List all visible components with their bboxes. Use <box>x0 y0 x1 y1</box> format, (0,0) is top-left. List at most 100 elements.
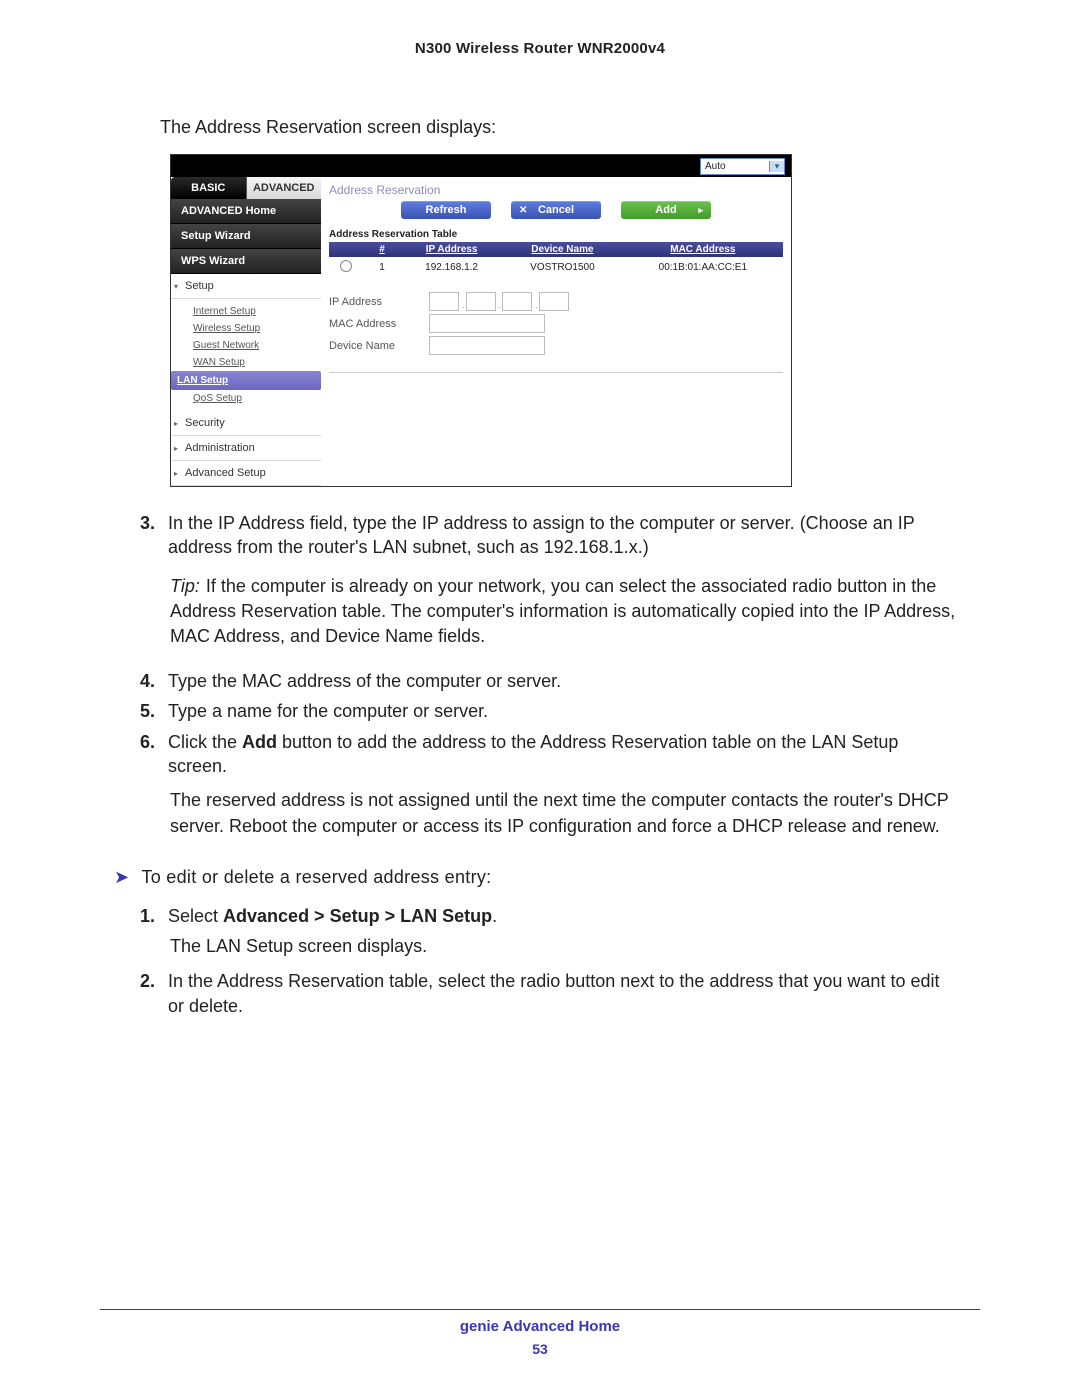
ip-octet-1[interactable] <box>429 292 459 311</box>
panel-title: Address Reservation <box>329 183 783 197</box>
side-advanced-home[interactable]: ADVANCED Home <box>171 199 321 224</box>
device-name-row: Device Name <box>329 336 783 355</box>
footer-title: genie Advanced Home <box>100 1318 980 1335</box>
table-header-row: # IP Address Device Name MAC Address <box>329 242 783 257</box>
ip-octet-2[interactable] <box>466 292 496 311</box>
step-6-text-a: Click the <box>168 732 242 752</box>
step-4-text: Type the MAC address of the computer or … <box>168 669 561 693</box>
reservation-table: # IP Address Device Name MAC Address 1 1… <box>329 242 783 278</box>
router-main: Address Reservation Refresh ✕ Cancel Add… <box>321 177 791 486</box>
proc2-step-2-text: In the Address Reservation table, select… <box>168 969 960 1018</box>
cancel-button[interactable]: ✕ Cancel <box>511 201 601 219</box>
device-name-input[interactable] <box>429 336 545 355</box>
tip-label: Tip: <box>170 576 200 596</box>
add-button-label: Add <box>655 204 676 216</box>
sub-lan-setup[interactable]: LAN Setup <box>171 371 321 390</box>
side-section-setup-label: Setup <box>185 280 214 292</box>
device-name-label: Device Name <box>329 340 429 352</box>
side-section-advanced-setup[interactable]: ▸ Advanced Setup <box>171 461 321 486</box>
side-section-security[interactable]: ▸ Security <box>171 411 321 436</box>
side-section-administration-label: Administration <box>185 442 255 454</box>
sub-wireless-setup[interactable]: Wireless Setup <box>193 320 321 337</box>
add-button[interactable]: Add ▸ <box>621 201 711 219</box>
sub-internet-setup[interactable]: Internet Setup <box>193 303 321 320</box>
col-ip: IP Address <box>401 242 502 257</box>
step-6-bold: Add <box>242 732 277 752</box>
ip-octet-4[interactable] <box>539 292 569 311</box>
ip-octet-3[interactable] <box>502 292 532 311</box>
step-5-text: Type a name for the computer or server. <box>168 699 488 723</box>
language-select[interactable]: Auto ▾ <box>700 158 785 175</box>
col-hash: # <box>363 242 401 257</box>
page-footer: genie Advanced Home 53 <box>100 1309 980 1357</box>
refresh-button[interactable]: Refresh <box>401 201 491 219</box>
row-mac: 00:1B:01:AA:CC:E1 <box>623 257 783 278</box>
step-3-number: 3. <box>140 511 168 560</box>
row-radio[interactable] <box>340 260 352 272</box>
proc2-step-1-paragraph: The LAN Setup screen displays. <box>170 934 960 959</box>
table-caption: Address Reservation Table <box>329 229 783 240</box>
table-row: 1 192.168.1.2 VOSTRO1500 00:1B:01:AA:CC:… <box>329 257 783 278</box>
sub-guest-network[interactable]: Guest Network <box>193 337 321 354</box>
step-5-number: 5. <box>140 699 168 723</box>
tip-block: Tip:If the computer is already on your n… <box>170 574 960 650</box>
close-icon: ✕ <box>519 205 527 216</box>
step-6-text-c: button to add the address to the Address… <box>168 732 898 776</box>
step-5: 5. Type a name for the computer or serve… <box>140 699 960 723</box>
chevron-right-icon: ➤ <box>114 867 129 888</box>
proc2-step-2-number: 2. <box>140 969 168 1018</box>
language-select-value: Auto <box>701 161 769 172</box>
router-sidebar: BASIC ADVANCED ADVANCED Home Setup Wizar… <box>171 177 321 486</box>
step-6-paragraph: The reserved address is not assigned unt… <box>170 788 960 838</box>
mac-address-row: MAC Address <box>329 314 783 333</box>
mac-address-input[interactable] <box>429 314 545 333</box>
footer-rule <box>100 1309 980 1310</box>
document-header: N300 Wireless Router WNR2000v4 <box>100 40 980 57</box>
step-6-number: 6. <box>140 730 168 779</box>
button-row: Refresh ✕ Cancel Add ▸ <box>329 201 783 219</box>
setup-sub-list: Internet Setup Wireless Setup Guest Netw… <box>171 299 321 411</box>
proc2-step-1-text-a: Select <box>168 906 223 926</box>
row-device: VOSTRO1500 <box>502 257 623 278</box>
chevron-right-icon: ▸ <box>698 205 703 216</box>
procedure-heading: ➤ To edit or delete a reserved address e… <box>114 867 960 888</box>
proc2-step-1: 1. Select Advanced > Setup > LAN Setup. <box>140 904 960 928</box>
ip-address-row: IP Address . . . <box>329 292 783 311</box>
step-3: 3. In the IP Address field, type the IP … <box>140 511 960 560</box>
footer-page-number: 53 <box>100 1341 980 1357</box>
side-wps-wizard[interactable]: WPS Wizard <box>171 249 321 274</box>
step-6: 6. Click the Add button to add the addre… <box>140 730 960 779</box>
side-section-advanced-setup-label: Advanced Setup <box>185 467 266 479</box>
ip-address-label: IP Address <box>329 296 429 308</box>
intro-text: The Address Reservation screen displays: <box>160 117 960 138</box>
refresh-button-label: Refresh <box>426 204 467 216</box>
proc2-step-1-text-c: . <box>492 906 497 926</box>
step-6-text: Click the Add button to add the address … <box>168 730 960 779</box>
router-tabs: BASIC ADVANCED <box>171 177 321 199</box>
col-mac: MAC Address <box>623 242 783 257</box>
router-screenshot: Auto ▾ BASIC ADVANCED ADVANCED Home Setu… <box>170 154 792 487</box>
tab-basic[interactable]: BASIC <box>171 177 247 199</box>
step-4-number: 4. <box>140 669 168 693</box>
side-section-security-label: Security <box>185 417 225 429</box>
sub-qos-setup[interactable]: QoS Setup <box>193 390 321 407</box>
tab-advanced[interactable]: ADVANCED <box>247 177 322 199</box>
reservation-form: IP Address . . . MAC Address Device Name <box>329 292 783 373</box>
proc2-step-1-text: Select Advanced > Setup > LAN Setup. <box>168 904 497 928</box>
proc2-step-1-bold: Advanced > Setup > LAN Setup <box>223 906 492 926</box>
mac-address-label: MAC Address <box>329 318 429 330</box>
proc2-step-2: 2. In the Address Reservation table, sel… <box>140 969 960 1018</box>
sub-wan-setup[interactable]: WAN Setup <box>193 354 321 371</box>
proc2-step-1-number: 1. <box>140 904 168 928</box>
cancel-button-label: Cancel <box>538 204 574 216</box>
step-4: 4. Type the MAC address of the computer … <box>140 669 960 693</box>
dropdown-icon: ▾ <box>769 161 784 172</box>
col-device: Device Name <box>502 242 623 257</box>
side-section-administration[interactable]: ▸ Administration <box>171 436 321 461</box>
procedure-heading-text: To edit or delete a reserved address ent… <box>141 867 491 888</box>
row-ip: 192.168.1.2 <box>401 257 502 278</box>
side-setup-wizard[interactable]: Setup Wizard <box>171 224 321 249</box>
chevron-down-icon: ▾ <box>174 282 178 291</box>
side-section-setup[interactable]: ▾ Setup <box>171 274 321 299</box>
chevron-right-icon: ▸ <box>174 444 178 453</box>
